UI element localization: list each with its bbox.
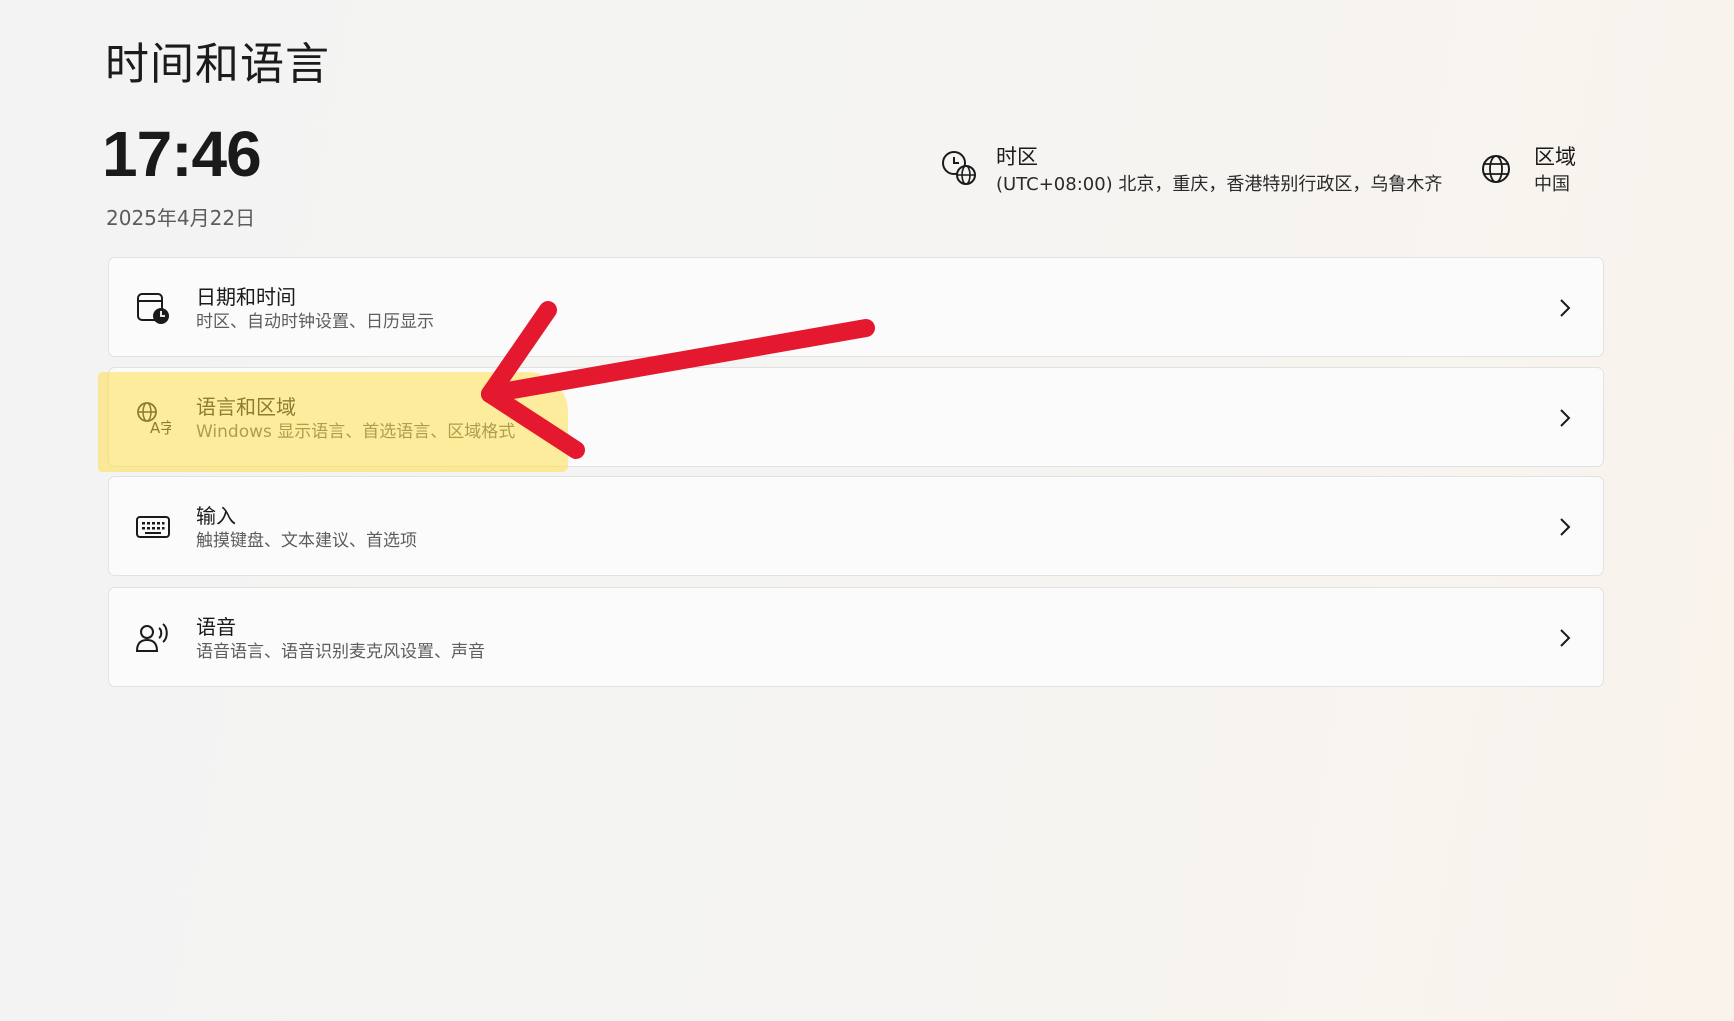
speech-card[interactable]: 语音 语音语言、语音识别麦克风设置、声音: [108, 587, 1604, 687]
card-title: 语音: [196, 615, 236, 639]
globe-icon: [1482, 155, 1510, 183]
date-time-card[interactable]: 日期和时间 时区、自动时钟设置、日历显示: [108, 257, 1604, 357]
card-subtitle: 时区、自动时钟设置、日历显示: [196, 312, 434, 332]
region-value: 中国: [1534, 174, 1570, 195]
calendar-clock-icon: [137, 293, 169, 324]
timezone-label: 时区: [996, 145, 1038, 169]
chevron-right-icon: [1560, 518, 1571, 536]
card-title: 语言和区域: [196, 395, 296, 419]
clock-globe-icon: [942, 151, 976, 185]
language-icon: A字: [137, 402, 171, 436]
timezone-info[interactable]: 时区 (UTC+08:00) 北京，重庆，香港特别行政区，乌鲁木齐: [940, 143, 1442, 199]
chevron-right-icon: [1560, 409, 1571, 427]
speech-icon: [135, 623, 168, 652]
region-info[interactable]: 区域 中国: [1478, 143, 1576, 199]
region-label: 区域: [1534, 145, 1576, 169]
card-title: 日期和时间: [196, 285, 296, 309]
card-subtitle: Windows 显示语言、首选语言、区域格式: [196, 422, 516, 442]
current-date: 2025年4月22日: [106, 206, 256, 230]
svg-text:A字: A字: [150, 419, 171, 436]
timezone-value: (UTC+08:00) 北京，重庆，香港特别行政区，乌鲁木齐: [996, 174, 1443, 195]
card-subtitle: 语音语言、语音识别麦克风设置、声音: [196, 642, 485, 662]
keyboard-icon: [136, 516, 170, 538]
chevron-right-icon: [1560, 629, 1571, 647]
current-time: 17:46: [102, 118, 262, 190]
chevron-right-icon: [1560, 299, 1571, 317]
language-region-card[interactable]: A字 语言和区域 Windows 显示语言、首选语言、区域格式: [108, 367, 1604, 467]
card-subtitle: 触摸键盘、文本建议、首选项: [196, 531, 417, 551]
page-title: 时间和语言: [105, 39, 330, 90]
card-title: 输入: [196, 504, 236, 528]
input-card[interactable]: 输入 触摸键盘、文本建议、首选项: [108, 476, 1604, 576]
